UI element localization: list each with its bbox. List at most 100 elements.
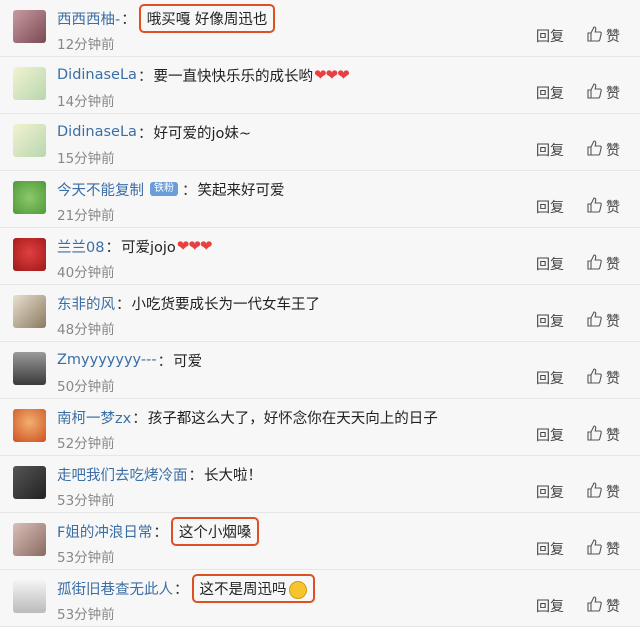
comment-time: 14分钟前 [57,94,115,110]
colon-separator: ： [121,11,136,28]
colon-separator: ： [116,296,131,313]
colon-separator: ： [105,239,120,256]
comment-row: 东非的风 ： 小吃货要成长为一代女车王了 48分钟前 回复 赞 [0,285,640,342]
reply-button[interactable]: 回复 [536,482,564,502]
thumbs-up-icon [586,197,606,217]
comment-time: 53分钟前 [57,607,115,623]
thumbs-up-icon [586,368,606,388]
reply-button[interactable]: 回复 [536,140,564,160]
like-button[interactable]: 赞 [586,368,620,388]
reply-button[interactable]: 回复 [536,254,564,274]
comment-time: 40分钟前 [57,265,115,281]
comment-row: 今天不能复制 铁粉 ： 笑起来好可爱 21分钟前 回复 赞 [0,171,640,228]
avatar[interactable] [13,352,46,385]
reply-button[interactable]: 回复 [536,539,564,559]
comment-time: 53分钟前 [57,550,115,566]
avatar[interactable] [13,181,46,214]
comment-time: 15分钟前 [57,151,115,167]
thumbs-up-icon [586,482,606,502]
username-link[interactable]: DidinaseLa [57,124,137,140]
reply-button[interactable]: 回复 [536,596,564,616]
username-link[interactable]: DidinaseLa [57,67,137,83]
comment-text: 小吃货要成长为一代女车王了 [131,296,321,313]
comment-text-content: 这不是周迅吗 [199,581,287,598]
comment-row: 西西西柚- ： 哦买嘎 好像周迅也 12分钟前 回复 赞 [0,0,640,57]
like-label: 赞 [606,257,620,273]
like-label: 赞 [606,86,620,102]
avatar[interactable] [13,580,46,613]
like-button[interactable]: 赞 [586,254,620,274]
avatar[interactable] [13,124,46,157]
comment-row: DidinaseLa ： 要一直快快乐乐的成长哟 ❤❤❤ 14分钟前 回复 赞 [0,57,640,114]
username-link[interactable]: Zmyyyyyyy--- [57,352,157,368]
like-label: 赞 [606,599,620,615]
reply-button[interactable]: 回复 [536,368,564,388]
colon-separator: ： [182,182,197,199]
avatar[interactable] [13,295,46,328]
reply-button[interactable]: 回复 [536,83,564,103]
like-label: 赞 [606,428,620,444]
thumbs-up-icon [586,425,606,445]
reply-button[interactable]: 回复 [536,197,564,217]
comment-row: 兰兰08 ： 可爱jojo ❤❤❤ 40分钟前 回复 赞 [0,228,640,285]
like-label: 赞 [606,542,620,558]
comment-text: 要一直快快乐乐的成长哟 [153,68,313,85]
comment-list: 西西西柚- ： 哦买嘎 好像周迅也 12分钟前 回复 赞 DidinaseLa … [0,0,640,627]
like-button[interactable]: 赞 [586,140,620,160]
comment-row: DidinaseLa ： 好可爱的jo妹~ 15分钟前 回复 赞 [0,114,640,171]
thumbs-up-icon [586,539,606,559]
username-link[interactable]: 今天不能复制 [57,179,144,200]
like-button[interactable]: 赞 [586,83,620,103]
comment-text: 孩子都这么大了，好怀念你在天天向上的日子 [147,410,438,427]
thumbs-up-icon [586,254,606,274]
like-button[interactable]: 赞 [586,311,620,331]
reply-button[interactable]: 回复 [536,425,564,445]
avatar[interactable] [13,409,46,442]
username-link[interactable]: 孤街旧巷查无此人 [57,578,173,599]
like-button[interactable]: 赞 [586,425,620,445]
username-link[interactable]: 兰兰08 [57,236,104,257]
comment-text: 笑起来好可爱 [197,182,285,199]
avatar[interactable] [13,466,46,499]
comment-row: 孤街旧巷查无此人 ： 这不是周迅吗 53分钟前 回复 赞 [0,570,640,627]
like-button[interactable]: 赞 [586,26,620,46]
comment-text: 长大啦！ [204,467,262,484]
like-button[interactable]: 赞 [586,482,620,502]
colon-separator: ： [174,581,189,598]
comment-text: 哦买嘎 好像周迅也 [138,3,276,33]
like-button[interactable]: 赞 [586,197,620,217]
thumbs-up-icon [586,83,606,103]
username-link[interactable]: F姐的冲浪日常 [57,521,152,542]
avatar[interactable] [13,238,46,271]
comment-text: 可爱jojo [120,239,176,256]
heart-emoji: ❤❤❤ [176,237,213,255]
comment-row: Zmyyyyyyy--- ： 可爱 50分钟前 回复 赞 [0,342,640,399]
comment-time: 12分钟前 [57,37,115,53]
avatar[interactable] [13,10,46,43]
like-button[interactable]: 赞 [586,596,620,616]
like-label: 赞 [606,485,620,501]
username-link[interactable]: 南柯一梦zx [57,407,131,428]
colon-separator: ： [137,125,153,142]
comment-time: 50分钟前 [57,379,115,395]
like-label: 赞 [606,29,620,45]
like-label: 赞 [606,371,620,387]
reply-button[interactable]: 回复 [536,311,564,331]
thumbs-up-icon [586,26,606,46]
colon-separator: ： [137,68,153,85]
like-label: 赞 [606,314,620,330]
avatar[interactable] [13,67,46,100]
reply-button[interactable]: 回复 [536,26,564,46]
comment-text: 可爱 [173,353,203,370]
comment-row: F姐的冲浪日常 ： 这个小烟嗓 53分钟前 回复 赞 [0,513,640,570]
username-link[interactable]: 走吧我们去吃烤冷面 [57,464,188,485]
colon-separator: ： [157,353,173,370]
avatar[interactable] [13,523,46,556]
username-link[interactable]: 西西西柚- [57,8,120,29]
like-button[interactable]: 赞 [586,539,620,559]
heart-emoji: ❤❤❤ [313,66,350,84]
laughing-emoji-icon [288,580,307,599]
comment-time: 53分钟前 [57,493,115,509]
like-label: 赞 [606,143,620,159]
username-link[interactable]: 东非的风 [57,293,115,314]
